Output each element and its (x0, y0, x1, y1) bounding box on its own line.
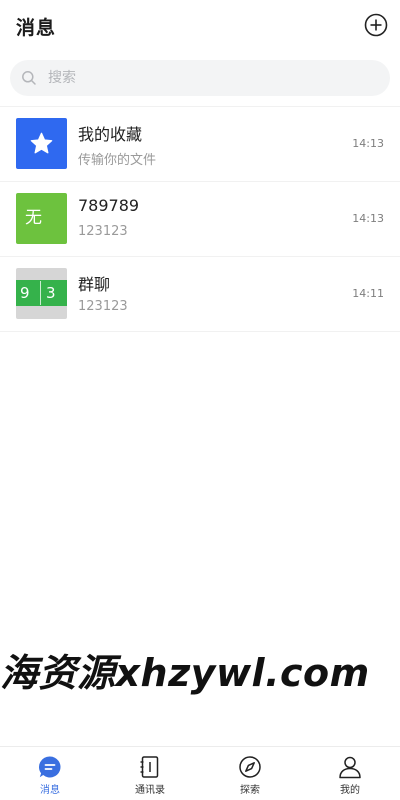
tab-label: 我的 (340, 785, 360, 796)
header: 消息 (0, 0, 400, 52)
add-icon[interactable] (364, 13, 388, 37)
conversation-item-group-chat[interactable]: 9 3 群聊 123123 14:11 (0, 257, 400, 332)
avatar-digit: 3 (46, 284, 56, 302)
conversation-item-789789[interactable]: 无 789789 123123 14:13 (0, 182, 400, 257)
conversation-preview: 123123 (78, 224, 128, 239)
page-title: 消息 (16, 17, 57, 39)
search-bar[interactable] (10, 60, 390, 96)
search-input[interactable] (48, 60, 378, 96)
tab-label: 消息 (40, 785, 60, 796)
person-icon (339, 756, 361, 779)
avatar-divider (40, 281, 41, 305)
avatar-digit: 9 (20, 284, 30, 302)
conversation-preview: 123123 (78, 299, 128, 314)
conversation-time: 14:11 (352, 287, 384, 300)
tab-label: 探索 (240, 785, 260, 796)
search-icon (22, 71, 36, 85)
conversation-name: 我的收藏 (78, 125, 143, 144)
conversation-list: 我的收藏 传输你的文件 14:13 无 789789 123123 14:13 … (0, 106, 400, 332)
watermark: 海资源xhzywl.com (0, 651, 370, 695)
tab-bar: 消息 通讯录 探索 我的 (0, 746, 400, 800)
tab-me[interactable]: 我的 (300, 747, 400, 800)
tab-messages[interactable]: 消息 (0, 747, 100, 800)
address-book-icon (140, 756, 159, 778)
tab-explore[interactable]: 探索 (200, 747, 300, 800)
avatar (16, 118, 67, 169)
conversation-item-favorites[interactable]: 我的收藏 传输你的文件 14:13 (0, 107, 400, 182)
tab-label: 通讯录 (135, 785, 165, 796)
avatar: 无 (16, 193, 67, 244)
conversation-name: 789789 (78, 196, 140, 215)
conversation-preview: 传输你的文件 (78, 153, 157, 168)
star-icon (30, 132, 53, 154)
conversation-name: 群聊 (78, 275, 111, 294)
conversation-time: 14:13 (352, 212, 384, 225)
tab-contacts[interactable]: 通讯录 (100, 747, 200, 800)
group-avatar: 9 3 (16, 268, 67, 319)
conversation-time: 14:13 (352, 137, 384, 150)
compass-icon (239, 756, 261, 778)
chat-bubble-icon (38, 756, 61, 778)
